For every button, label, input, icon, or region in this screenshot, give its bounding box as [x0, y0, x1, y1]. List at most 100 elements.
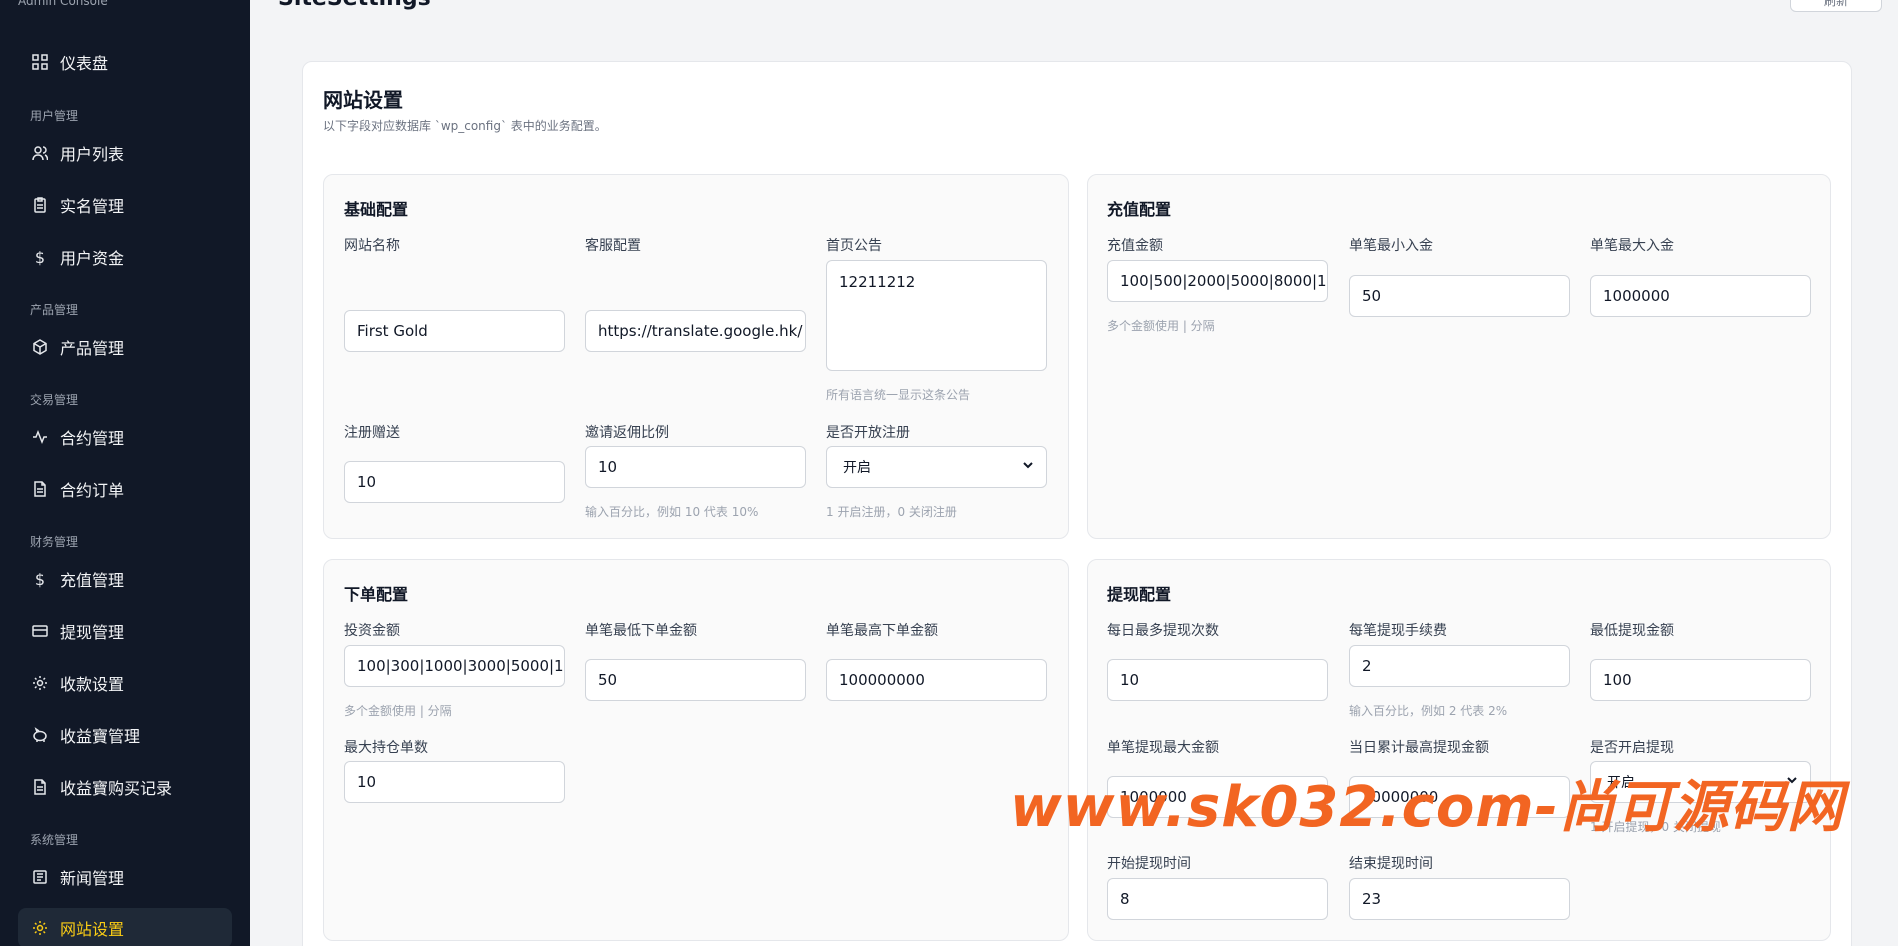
basic-section-title: 基础配置 [344, 200, 409, 219]
box-icon [30, 337, 50, 357]
recharge-min-input[interactable]: 50 [1349, 275, 1570, 317]
sidebar-item-news[interactable]: 新闻管理 [18, 857, 232, 897]
notice-label: 首页公告 [826, 238, 882, 254]
withdraw-min-label: 最低提现金额 [1590, 623, 1674, 639]
sidebar-item-yield[interactable]: 收益寶管理 [18, 715, 232, 755]
hold-label: 最大持仓单数 [344, 740, 428, 756]
reg-bonus-label: 注册赠送 [344, 425, 400, 441]
sidebar: Admin Console 仪表盘 用户管理 用户列表 实名管理 $ 用户资金 … [0, 0, 250, 946]
open-reg-label: 是否开放注册 [826, 425, 910, 441]
sidebar-item-label: 用户列表 [60, 145, 125, 164]
invest-label: 投资金额 [344, 623, 400, 639]
sidebar-item-payment[interactable]: 收款设置 [18, 663, 232, 703]
sidebar-item-products[interactable]: 产品管理 [18, 327, 232, 367]
group-label-system: 系统管理 [30, 833, 79, 847]
piggy-bank-icon [30, 725, 50, 745]
activity-icon [30, 427, 50, 447]
invest-input[interactable]: 100|300|1000|3000|5000|10000 [344, 645, 565, 687]
sidebar-item-label: 合约订单 [60, 481, 125, 500]
sidebar-item-users[interactable]: 用户列表 [18, 133, 232, 173]
invite-hint: 输入百分比，例如 10 代表 10% [585, 505, 759, 519]
sidebar-item-label: 收益寶购买记录 [60, 779, 173, 798]
sidebar-item-contract-orders[interactable]: 合约订单 [18, 469, 232, 509]
document-icon [30, 479, 50, 499]
withdraw-section-title: 提现配置 [1107, 585, 1172, 604]
fee-label: 每笔提现手续费 [1349, 623, 1447, 639]
order-section [323, 559, 1069, 941]
recharge-amount-input[interactable]: 100|500|2000|5000|8000|10000 [1107, 260, 1328, 302]
hold-input[interactable]: 10 [344, 761, 565, 803]
document-icon [30, 777, 50, 797]
start-time-input[interactable]: 8 [1107, 878, 1328, 920]
withdraw-min-input[interactable]: 100 [1590, 659, 1811, 701]
chevron-down-icon [1022, 459, 1034, 475]
sidebar-item-label: 收益寶管理 [60, 727, 141, 746]
group-label-products: 产品管理 [30, 303, 79, 317]
sidebar-item-label: 收款设置 [60, 675, 125, 694]
order-max-label: 单笔最高下单金额 [826, 623, 938, 639]
invite-label: 邀请返佣比例 [585, 425, 669, 441]
withdraw-open-label: 是否开启提现 [1590, 740, 1674, 756]
sidebar-item-label: 提现管理 [60, 623, 125, 642]
sidebar-item-label: 实名管理 [60, 197, 125, 216]
sidebar-item-yield-records[interactable]: 收益寶购买记录 [18, 767, 232, 807]
sidebar-item-label: 产品管理 [60, 339, 125, 358]
recharge-min-label: 单笔最小入金 [1349, 238, 1433, 254]
site-name-input[interactable]: First Gold [344, 310, 565, 352]
grid-icon [30, 52, 50, 72]
reg-bonus-input[interactable]: 10 [344, 461, 565, 503]
daily-max-label: 当日累计最高提现金额 [1349, 740, 1489, 756]
sidebar-item-label: 仪表盘 [60, 54, 109, 73]
refresh-button[interactable]: 刷新 [1790, 0, 1882, 12]
recharge-section [1087, 174, 1831, 539]
gear-icon [30, 918, 50, 938]
recharge-section-title: 充值配置 [1107, 200, 1172, 219]
group-label-users: 用户管理 [30, 109, 79, 123]
gear-icon [30, 673, 50, 693]
notice-textarea[interactable]: 12211212 [826, 260, 1047, 371]
sidebar-item-recharge[interactable]: $ 充值管理 [18, 559, 232, 599]
invite-input[interactable]: 10 [585, 446, 806, 488]
sidebar-item-dashboard[interactable]: 仪表盘 [18, 42, 232, 82]
sidebar-item-contracts[interactable]: 合约管理 [18, 417, 232, 457]
recharge-max-input[interactable]: 1000000 [1590, 275, 1811, 317]
sidebar-item-label: 合约管理 [60, 429, 125, 448]
order-section-title: 下单配置 [344, 585, 409, 604]
page-title: SiteSettings [278, 0, 431, 11]
sidebar-item-label: 网站设置 [60, 920, 125, 939]
end-time-input[interactable]: 23 [1349, 878, 1570, 920]
recharge-amount-hint: 多个金额使用 | 分隔 [1107, 319, 1215, 333]
credit-card-icon [30, 621, 50, 641]
recharge-max-label: 单笔最大入金 [1590, 238, 1674, 254]
open-reg-hint: 1 开启注册，0 关闭注册 [826, 505, 957, 519]
invest-hint: 多个金额使用 | 分隔 [344, 704, 452, 718]
open-reg-select[interactable]: 开启 [826, 446, 1047, 488]
order-min-input[interactable]: 50 [585, 659, 806, 701]
order-max-input[interactable]: 100000000 [826, 659, 1047, 701]
sidebar-item-realname[interactable]: 实名管理 [18, 185, 232, 225]
brand: Admin Console [18, 0, 108, 8]
service-input[interactable]: https://translate.google.hk/ [585, 310, 806, 352]
sidebar-item-label: 用户资金 [60, 249, 125, 268]
order-min-label: 单笔最低下单金额 [585, 623, 697, 639]
daily-times-input[interactable]: 10 [1107, 659, 1328, 701]
service-label: 客服配置 [585, 238, 641, 254]
recharge-amount-label: 充值金额 [1107, 238, 1163, 254]
start-time-label: 开始提现时间 [1107, 856, 1191, 872]
single-max-label: 单笔提现最大金额 [1107, 740, 1219, 756]
group-label-finance: 财务管理 [30, 535, 79, 549]
fee-input[interactable]: 2 [1349, 645, 1570, 687]
newspaper-icon [30, 867, 50, 887]
sidebar-item-site[interactable]: 网站设置 [18, 908, 232, 946]
sidebar-item-label: 充值管理 [60, 571, 125, 590]
open-reg-value: 开启 [843, 460, 871, 476]
notice-hint: 所有语言统一显示这条公告 [826, 388, 971, 402]
clipboard-icon [30, 195, 50, 215]
watermark: www.sk032.com-尚可源码网 [1010, 775, 1844, 840]
sidebar-item-funds[interactable]: $ 用户资金 [18, 237, 232, 277]
fee-hint: 输入百分比，例如 2 代表 2% [1349, 704, 1508, 718]
daily-times-label: 每日最多提现次数 [1107, 623, 1219, 639]
sidebar-item-label: 新闻管理 [60, 869, 125, 888]
site-name-label: 网站名称 [344, 238, 400, 254]
sidebar-item-withdraw[interactable]: 提现管理 [18, 611, 232, 651]
